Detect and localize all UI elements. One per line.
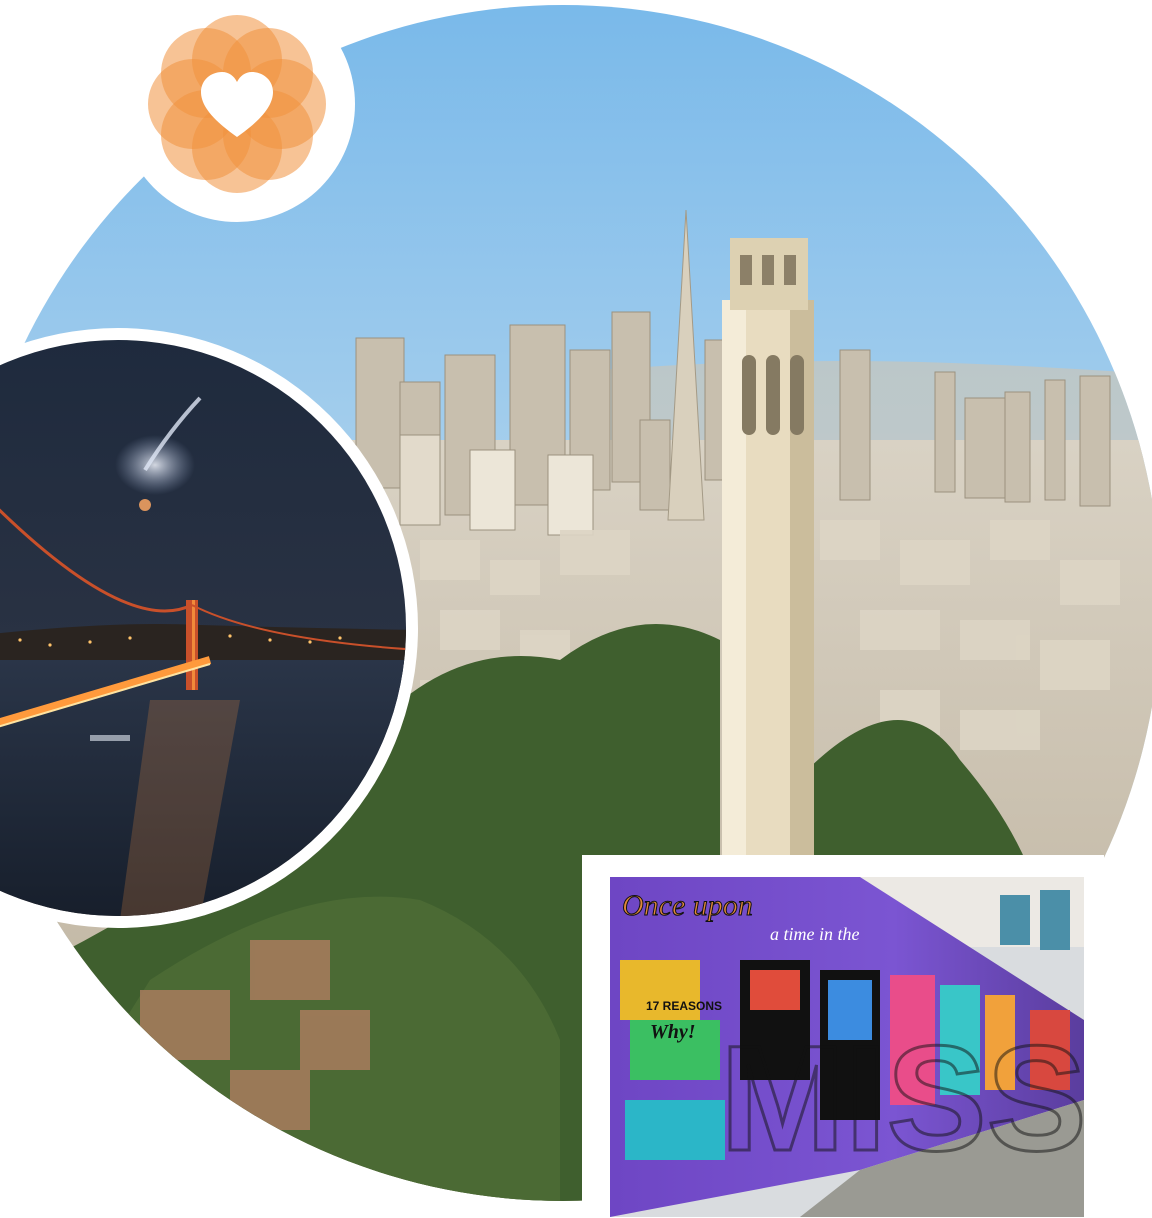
photo-collage: Once upon a time in the 17 REASONS Why! … — [0, 0, 1152, 1218]
mural-badge2: Why! — [650, 1021, 696, 1043]
mural-line2: a time in the — [770, 924, 859, 944]
mural-badge: 17 REASONS — [646, 999, 722, 1013]
mission-mural-photo: Once upon a time in the 17 REASONS Why! … — [610, 877, 1084, 1217]
coit-tower-shape — [722, 238, 814, 860]
mural-line1: Once upon — [622, 889, 753, 922]
